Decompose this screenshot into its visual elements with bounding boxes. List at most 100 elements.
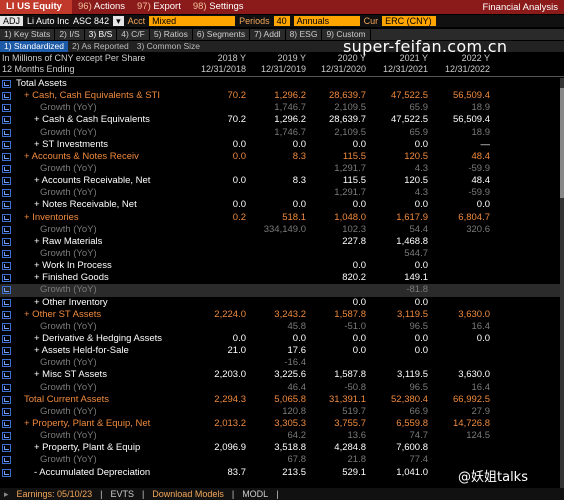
chart-icon[interactable] bbox=[2, 116, 11, 125]
adj-toggle[interactable]: ADJ bbox=[0, 16, 24, 26]
chart-icon[interactable] bbox=[2, 407, 11, 416]
chart-icon[interactable] bbox=[2, 334, 11, 343]
table-row[interactable]: + Work In Process 0.0 0.0 bbox=[0, 260, 560, 272]
tab-income-statement[interactable]: 2) I/S bbox=[55, 29, 85, 40]
table-row[interactable]: + Other ST Assets 2,224.0 3,243.2 1,587.8 3,… bbox=[0, 309, 560, 321]
growth-row[interactable]: Growth (YoY) 45.8 -51.0 96.5 16.4 bbox=[0, 321, 560, 333]
chart-icon[interactable] bbox=[2, 201, 11, 210]
vertical-scrollbar[interactable] bbox=[560, 78, 564, 488]
chart-icon[interactable] bbox=[2, 164, 11, 173]
chart-icon[interactable] bbox=[2, 177, 11, 186]
tab-ratios[interactable]: 5) Ratios bbox=[150, 29, 193, 40]
table-row[interactable]: + Accounts & Notes Receiv 0.0 8.3 115.5 120.… bbox=[0, 151, 560, 163]
cell-value: 2,109.5 bbox=[334, 102, 366, 114]
chart-icon[interactable] bbox=[2, 140, 11, 149]
table-row[interactable]: + Misc ST Assets 2,203.0 3,225.6 1,587.8 3,1… bbox=[0, 369, 560, 381]
chart-icon[interactable] bbox=[2, 128, 11, 137]
security-ticker[interactable]: LI US Equity bbox=[0, 0, 72, 14]
scrollbar-thumb[interactable] bbox=[560, 88, 564, 198]
cell-value: 115.5 bbox=[342, 175, 366, 187]
tab-segments[interactable]: 6) Segments bbox=[193, 29, 251, 40]
growth-row[interactable]: Growth (YoY) -81.8 bbox=[0, 284, 560, 297]
expand-icon[interactable]: ▸ bbox=[0, 488, 13, 500]
table-row[interactable]: Total Current Assets 2,294.3 5,065.8 31,391… bbox=[0, 394, 560, 406]
tab-key-stats[interactable]: 1) Key Stats bbox=[0, 29, 56, 40]
chart-icon[interactable] bbox=[2, 322, 11, 331]
chart-icon[interactable] bbox=[2, 371, 11, 380]
table-row[interactable]: + Finished Goods 820.2 149.1 bbox=[0, 272, 560, 284]
subtab-standardized[interactable]: 1) Standardized bbox=[0, 41, 69, 52]
chart-icon[interactable] bbox=[2, 444, 11, 453]
chart-icon[interactable] bbox=[2, 432, 11, 441]
chart-icon[interactable] bbox=[2, 395, 11, 404]
chart-icon[interactable] bbox=[2, 213, 11, 222]
settings-menu[interactable]: 98) Settings bbox=[187, 0, 250, 14]
chart-icon[interactable] bbox=[2, 383, 11, 392]
chart-icon[interactable] bbox=[2, 274, 11, 283]
table-row[interactable]: + Property, Plant & Equip, Net 2,013.2 3,3… bbox=[0, 418, 560, 430]
growth-row[interactable]: Growth (YoY) 120.8 519.7 66.9 27.9 bbox=[0, 406, 560, 418]
chart-icon[interactable] bbox=[2, 298, 11, 307]
tab-balance-sheet[interactable]: 3) B/S bbox=[85, 29, 118, 40]
table-row[interactable]: + Raw Materials 227.8 1,468.8 bbox=[0, 236, 560, 248]
subtab-as-reported[interactable]: 2) As Reported bbox=[68, 41, 133, 52]
chart-icon[interactable] bbox=[2, 152, 11, 161]
growth-row[interactable]: Growth (YoY) 1,291.7 4.3 -59.9 bbox=[0, 163, 560, 175]
modl-link[interactable]: MODL bbox=[238, 488, 272, 500]
chart-icon[interactable] bbox=[2, 104, 11, 113]
chart-icon[interactable] bbox=[2, 80, 11, 88]
chart-icon[interactable] bbox=[2, 419, 11, 428]
table-row[interactable]: + Notes Receivable, Net 0.0 0.0 0.0 0.0 0.0 bbox=[0, 199, 560, 211]
chart-icon[interactable] bbox=[2, 468, 11, 477]
acct-select[interactable]: Mixed bbox=[149, 16, 236, 26]
cell-value: 5,065.8 bbox=[274, 393, 306, 405]
table-row[interactable]: + Inventories 0.2 518.1 1,048.0 1,617.9 6,804… bbox=[0, 212, 560, 224]
table-row[interactable]: + Cash, Cash Equivalents & STI 70.2 1,296.… bbox=[0, 90, 560, 102]
earnings-date[interactable]: Earnings: 05/10/23 bbox=[13, 488, 97, 500]
download-models-link[interactable]: Download Models bbox=[148, 488, 228, 500]
table-row[interactable]: + Property, Plant & Equip 2,096.9 3,518.8 4… bbox=[0, 442, 560, 454]
cell-value: 0.0 bbox=[232, 138, 246, 150]
chart-icon[interactable] bbox=[2, 310, 11, 319]
chart-icon[interactable] bbox=[2, 249, 11, 258]
growth-row[interactable]: Growth (YoY) -16.4 bbox=[0, 357, 560, 369]
table-row[interactable]: + Other Inventory 0.0 0.0 bbox=[0, 297, 560, 309]
chart-icon[interactable] bbox=[2, 456, 11, 465]
growth-row[interactable]: Growth (YoY) 67.8 21.8 77.4 bbox=[0, 454, 560, 466]
tab-addl[interactable]: 7) Addl bbox=[250, 29, 286, 40]
row-label: Growth (YoY) bbox=[40, 247, 97, 259]
chart-icon[interactable] bbox=[2, 225, 11, 234]
chart-icon[interactable] bbox=[2, 189, 11, 198]
chart-icon[interactable] bbox=[2, 286, 11, 295]
cell-value: 45.8 bbox=[287, 320, 307, 332]
evts-link[interactable]: EVTS bbox=[106, 488, 138, 500]
periods-input[interactable]: 40 bbox=[273, 16, 290, 26]
table-row[interactable]: + Cash & Cash Equivalents 70.2 1,296.2 28,6… bbox=[0, 114, 560, 126]
subtab-common-size[interactable]: 3) Common Size bbox=[133, 41, 204, 52]
frequency-select[interactable]: Annuals bbox=[293, 16, 360, 26]
growth-row[interactable]: Growth (YoY) 1,746.7 2,109.5 65.9 18.9 bbox=[0, 127, 560, 139]
actions-menu[interactable]: 96) Actions bbox=[72, 0, 131, 14]
cell-value: 54.4 bbox=[409, 223, 429, 235]
chart-icon[interactable] bbox=[2, 347, 11, 356]
table-row[interactable]: + ST Investments 0.0 0.0 0.0 0.0 — bbox=[0, 139, 560, 151]
table-row[interactable]: + Derivative & Hedging Assets 0.0 0.0 0.0 0.… bbox=[0, 333, 560, 345]
chart-icon[interactable] bbox=[2, 237, 11, 246]
chart-icon[interactable] bbox=[2, 262, 11, 271]
growth-row[interactable]: Growth (YoY) 1,746.7 2,109.5 65.9 18.9 bbox=[0, 102, 560, 114]
tab-esg[interactable]: 8) ESG bbox=[286, 29, 323, 40]
table-row[interactable]: + Assets Held-for-Sale 21.0 17.6 0.0 0.0 bbox=[0, 345, 560, 357]
growth-row[interactable]: Growth (YoY) 46.4 -50.8 96.5 16.4 bbox=[0, 382, 560, 394]
growth-row[interactable]: Growth (YoY) 544.7 bbox=[0, 248, 560, 260]
table-row[interactable]: + Accounts Receivable, Net 0.0 8.3 115.5 120… bbox=[0, 175, 560, 187]
currency-select[interactable]: ERC (CNY) bbox=[382, 16, 437, 26]
table-row[interactable]: Total Assets bbox=[0, 78, 560, 90]
export-menu[interactable]: 97) Export bbox=[131, 0, 187, 14]
growth-row[interactable]: Growth (YoY) 64.2 13.6 74.7 124.5 bbox=[0, 430, 560, 442]
asc-dropdown-icon[interactable]: ▾ bbox=[113, 16, 124, 26]
chart-icon[interactable] bbox=[2, 359, 11, 368]
chart-icon[interactable] bbox=[2, 92, 11, 101]
growth-row[interactable]: Growth (YoY) 1,291.7 4.3 -59.9 bbox=[0, 187, 560, 199]
growth-row[interactable]: Growth (YoY) 334,149.0 102.3 54.4 320.6 bbox=[0, 224, 560, 236]
tab-cash-flow[interactable]: 4) C/F bbox=[117, 29, 150, 40]
